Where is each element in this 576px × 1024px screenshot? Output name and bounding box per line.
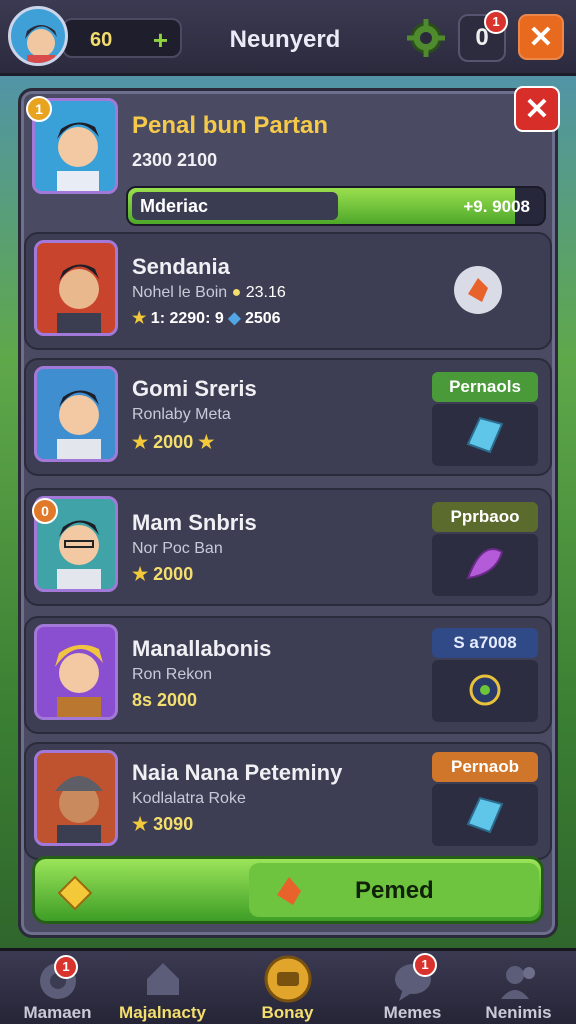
nav-label: Majalnacty xyxy=(119,1003,206,1022)
gem-slot[interactable] xyxy=(432,534,538,596)
diamond-icon xyxy=(466,796,504,834)
entry-stats: ★ 3090 xyxy=(132,814,194,834)
close-screen-button[interactable]: ✕ xyxy=(518,14,564,60)
claim-button[interactable]: Pemed xyxy=(32,856,544,924)
entry-name: Mam Snbris xyxy=(132,510,257,535)
rank-badge: 0 xyxy=(32,498,58,524)
entry-stats: ★ 1: 2290: 9 ◆ 2506 xyxy=(132,310,281,327)
claim-button-label: Pemed xyxy=(355,877,434,904)
progress-value: +9. 9008 xyxy=(463,197,530,216)
progress-label: Mderiac xyxy=(140,196,209,216)
list-item[interactable]: Sendania Nohel le Boin ● 23.16 ★ 1: 2290… xyxy=(24,232,552,350)
ticket-icon xyxy=(57,875,93,911)
nav-label: Mamaen xyxy=(23,1003,92,1022)
entry-stats: 8s 2000 xyxy=(132,690,198,710)
featured-name: Penal bun Partan xyxy=(132,112,329,139)
nav-badge: 1 xyxy=(413,953,437,977)
list-item[interactable]: 0 Mam Snbris Nor Poc Ban ★ 2000 Pprbaoo xyxy=(24,488,552,606)
entry-tag: Pernaob xyxy=(432,752,538,782)
gem-slot[interactable] xyxy=(432,404,538,466)
gem-slot[interactable] xyxy=(432,660,538,722)
entry-tag: S a7008 xyxy=(432,628,538,658)
entry-subtitle: Ronlaby Meta xyxy=(132,406,231,423)
entry-name: Sendania xyxy=(132,254,230,279)
amulet-icon xyxy=(469,674,501,706)
entry-tag: Pprbaoo xyxy=(432,502,538,532)
nav-badge: 1 xyxy=(54,955,78,979)
nav-item-castle[interactable]: Majalnacty xyxy=(105,951,220,1024)
featured-stats: 2300 2100 xyxy=(132,150,218,170)
nav-label: Bonay xyxy=(261,1003,314,1022)
settings-gear-icon[interactable] xyxy=(404,16,448,60)
list-item[interactable]: Gomi Sreris Ronlaby Meta ★ 2000 ★ Pernao… xyxy=(24,358,552,476)
featured-rank-badge: 1 xyxy=(26,96,52,122)
coin-value: 60 xyxy=(90,29,113,51)
player-avatar[interactable] xyxy=(8,6,68,66)
portrait-image xyxy=(34,624,118,720)
featured-progress-bar: Mderiac +9. 9008 xyxy=(126,186,546,226)
entry-tag: Pernaols xyxy=(432,372,538,402)
purple-gem-icon xyxy=(466,548,504,580)
bottom-navigation: 1 Mamaen Majalnacty Bonay 1 Memes Nenimi… xyxy=(0,948,576,1024)
entry-name: Gomi Sreris xyxy=(132,376,257,401)
nav-item-messages[interactable]: 1 Memes xyxy=(355,951,470,1024)
entry-stats: ★ 2000 ★ xyxy=(132,432,215,452)
close-panel-button[interactable]: ✕ xyxy=(514,86,560,132)
add-coins-button[interactable]: + xyxy=(153,25,168,56)
entry-name: Manallabonis xyxy=(132,636,272,661)
entry-subtitle: Nohel le Boin ● 23.16 xyxy=(132,284,286,301)
entry-subtitle: Kodlalatra Roke xyxy=(132,790,246,807)
house-icon xyxy=(147,963,179,995)
gem-slot[interactable] xyxy=(432,784,538,846)
nav-item-home[interactable]: 1 Mamaen xyxy=(0,951,115,1024)
notification-badge: 1 xyxy=(484,10,508,34)
reward-icon xyxy=(277,877,301,905)
nav-item-shop[interactable]: Bonay xyxy=(230,951,345,1024)
chest-icon xyxy=(264,955,312,1003)
portrait-image xyxy=(34,750,118,846)
nav-item-friends[interactable]: Nenimis xyxy=(461,951,576,1024)
screen-title: Neunyerd xyxy=(229,26,341,53)
nav-label: Nenimis xyxy=(485,1003,552,1022)
coin-counter[interactable]: 60 + xyxy=(62,18,182,58)
nav-label: Memes xyxy=(383,1003,442,1022)
entry-subtitle: Nor Poc Ban xyxy=(132,540,223,557)
list-item[interactable]: Naia Nana Peteminy Kodlalatra Roke ★ 309… xyxy=(24,742,552,860)
diamond-icon xyxy=(466,416,504,454)
portrait-image xyxy=(34,240,118,336)
entry-subtitle: Ron Rekon xyxy=(132,666,213,683)
list-item[interactable]: Manallabonis Ron Rekon 8s 2000 S a7008 xyxy=(24,616,552,734)
top-bar: 60 + Neunyerd 0 1 ✕ xyxy=(0,0,576,76)
entry-stats: ★ 2000 xyxy=(132,564,194,584)
entry-name: Naia Nana Peteminy xyxy=(132,760,343,785)
friends-icon xyxy=(501,966,535,999)
reward-icon[interactable] xyxy=(452,264,504,316)
portrait-image xyxy=(34,366,118,462)
